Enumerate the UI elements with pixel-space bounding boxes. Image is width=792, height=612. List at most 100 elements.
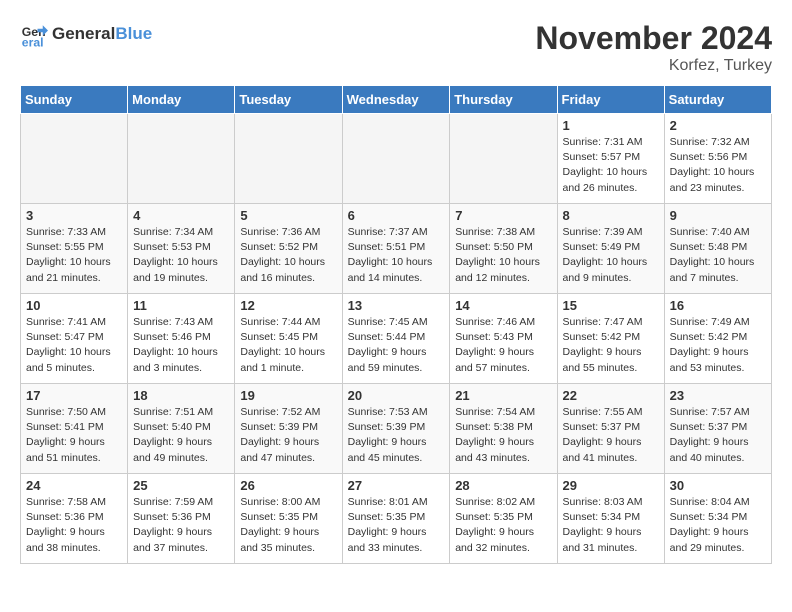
day-info: Sunrise: 7:45 AM Sunset: 5:44 PM Dayligh… bbox=[348, 315, 445, 376]
calendar-cell: 18 Sunrise: 7:51 AM Sunset: 5:40 PM Dayli… bbox=[128, 384, 235, 474]
day-info: Sunrise: 7:39 AM Sunset: 5:49 PM Dayligh… bbox=[563, 225, 659, 286]
day-number: 27 bbox=[348, 478, 445, 493]
calendar-cell: 11 Sunrise: 7:43 AM Sunset: 5:46 PM Dayli… bbox=[128, 294, 235, 384]
title-area: November 2024 Korfez, Turkey bbox=[535, 20, 772, 75]
day-number: 4 bbox=[133, 208, 229, 223]
calendar-cell: 13 Sunrise: 7:45 AM Sunset: 5:44 PM Dayli… bbox=[342, 294, 450, 384]
day-number: 30 bbox=[670, 478, 766, 493]
day-info: Sunrise: 7:58 AM Sunset: 5:36 PM Dayligh… bbox=[26, 495, 122, 556]
calendar-cell: 21Sunrise: 7:54 AM Sunset: 5:38 PM Dayli… bbox=[450, 384, 557, 474]
weekday-header: Sunday bbox=[21, 86, 128, 114]
calendar-cell: 3Sunrise: 7:33 AM Sunset: 5:55 PM Daylig… bbox=[21, 204, 128, 294]
calendar-week-row: 24 Sunrise: 7:58 AM Sunset: 5:36 PM Dayli… bbox=[21, 474, 772, 564]
day-info: Sunrise: 8:03 AM Sunset: 5:34 PM Dayligh… bbox=[563, 495, 659, 556]
calendar-cell: 7Sunrise: 7:38 AM Sunset: 5:50 PM Daylig… bbox=[450, 204, 557, 294]
logo: Gen eral GeneralBlue bbox=[20, 20, 152, 48]
day-info: Sunrise: 7:33 AM Sunset: 5:55 PM Dayligh… bbox=[26, 225, 122, 286]
calendar-cell: 16Sunrise: 7:49 AM Sunset: 5:42 PM Dayli… bbox=[664, 294, 771, 384]
day-number: 5 bbox=[240, 208, 336, 223]
day-info: Sunrise: 7:41 AM Sunset: 5:47 PM Dayligh… bbox=[26, 315, 122, 376]
calendar-week-row: 10 Sunrise: 7:41 AM Sunset: 5:47 PM Dayli… bbox=[21, 294, 772, 384]
calendar-cell bbox=[342, 114, 450, 204]
svg-text:eral: eral bbox=[22, 35, 44, 48]
weekday-header: Monday bbox=[128, 86, 235, 114]
page-header: Gen eral GeneralBlue November 2024 Korfe… bbox=[20, 20, 772, 75]
weekday-header: Tuesday bbox=[235, 86, 342, 114]
calendar-cell: 25Sunrise: 7:59 AM Sunset: 5:36 PM Dayli… bbox=[128, 474, 235, 564]
day-info: Sunrise: 7:32 AM Sunset: 5:56 PM Dayligh… bbox=[670, 135, 766, 196]
weekday-header-row: SundayMondayTuesdayWednesdayThursdayFrid… bbox=[21, 86, 772, 114]
calendar-cell: 12 Sunrise: 7:44 AM Sunset: 5:45 PM Dayli… bbox=[235, 294, 342, 384]
day-number: 24 bbox=[26, 478, 122, 493]
calendar-cell: 4 Sunrise: 7:34 AM Sunset: 5:53 PM Daylig… bbox=[128, 204, 235, 294]
day-info: Sunrise: 7:40 AM Sunset: 5:48 PM Dayligh… bbox=[670, 225, 766, 286]
calendar-cell: 27Sunrise: 8:01 AM Sunset: 5:35 PM Dayli… bbox=[342, 474, 450, 564]
month-title: November 2024 bbox=[535, 20, 772, 57]
day-number: 18 bbox=[133, 388, 229, 403]
day-info: Sunrise: 7:51 AM Sunset: 5:40 PM Dayligh… bbox=[133, 405, 229, 466]
day-number: 12 bbox=[240, 298, 336, 313]
calendar-cell: 29 Sunrise: 8:03 AM Sunset: 5:34 PM Dayli… bbox=[557, 474, 664, 564]
day-info: Sunrise: 7:43 AM Sunset: 5:46 PM Dayligh… bbox=[133, 315, 229, 376]
day-number: 22 bbox=[563, 388, 659, 403]
calendar-week-row: 17 Sunrise: 7:50 AM Sunset: 5:41 PM Dayli… bbox=[21, 384, 772, 474]
calendar-week-row: 3Sunrise: 7:33 AM Sunset: 5:55 PM Daylig… bbox=[21, 204, 772, 294]
weekday-header: Saturday bbox=[664, 86, 771, 114]
day-number: 15 bbox=[563, 298, 659, 313]
day-info: Sunrise: 7:47 AM Sunset: 5:42 PM Dayligh… bbox=[563, 315, 659, 376]
day-info: Sunrise: 8:04 AM Sunset: 5:34 PM Dayligh… bbox=[670, 495, 766, 556]
calendar-cell: 14Sunrise: 7:46 AM Sunset: 5:43 PM Dayli… bbox=[450, 294, 557, 384]
day-number: 29 bbox=[563, 478, 659, 493]
day-number: 10 bbox=[26, 298, 122, 313]
day-info: Sunrise: 8:00 AM Sunset: 5:35 PM Dayligh… bbox=[240, 495, 336, 556]
calendar-cell: 6 Sunrise: 7:37 AM Sunset: 5:51 PM Daylig… bbox=[342, 204, 450, 294]
calendar-cell: 17 Sunrise: 7:50 AM Sunset: 5:41 PM Dayli… bbox=[21, 384, 128, 474]
day-number: 23 bbox=[670, 388, 766, 403]
calendar-cell bbox=[128, 114, 235, 204]
day-number: 17 bbox=[26, 388, 122, 403]
day-info: Sunrise: 7:50 AM Sunset: 5:41 PM Dayligh… bbox=[26, 405, 122, 466]
location-title: Korfez, Turkey bbox=[535, 57, 772, 75]
calendar-cell: 26 Sunrise: 8:00 AM Sunset: 5:35 PM Dayli… bbox=[235, 474, 342, 564]
calendar-cell: 2Sunrise: 7:32 AM Sunset: 5:56 PM Daylig… bbox=[664, 114, 771, 204]
day-number: 9 bbox=[670, 208, 766, 223]
day-info: Sunrise: 7:55 AM Sunset: 5:37 PM Dayligh… bbox=[563, 405, 659, 466]
calendar-week-row: 1 Sunrise: 7:31 AM Sunset: 5:57 PM Daylig… bbox=[21, 114, 772, 204]
day-number: 14 bbox=[455, 298, 551, 313]
day-number: 6 bbox=[348, 208, 445, 223]
day-number: 8 bbox=[563, 208, 659, 223]
day-info: Sunrise: 7:52 AM Sunset: 5:39 PM Dayligh… bbox=[240, 405, 336, 466]
day-info: Sunrise: 7:44 AM Sunset: 5:45 PM Dayligh… bbox=[240, 315, 336, 376]
calendar-cell: 23 Sunrise: 7:57 AM Sunset: 5:37 PM Dayli… bbox=[664, 384, 771, 474]
calendar-cell: 5 Sunrise: 7:36 AM Sunset: 5:52 PM Daylig… bbox=[235, 204, 342, 294]
day-info: Sunrise: 7:34 AM Sunset: 5:53 PM Dayligh… bbox=[133, 225, 229, 286]
day-number: 19 bbox=[240, 388, 336, 403]
calendar-cell: 30 Sunrise: 8:04 AM Sunset: 5:34 PM Dayli… bbox=[664, 474, 771, 564]
calendar-cell: 20 Sunrise: 7:53 AM Sunset: 5:39 PM Dayli… bbox=[342, 384, 450, 474]
logo-general: General bbox=[52, 24, 115, 44]
day-number: 13 bbox=[348, 298, 445, 313]
day-info: Sunrise: 7:36 AM Sunset: 5:52 PM Dayligh… bbox=[240, 225, 336, 286]
day-number: 1 bbox=[563, 118, 659, 133]
day-number: 26 bbox=[240, 478, 336, 493]
day-info: Sunrise: 7:37 AM Sunset: 5:51 PM Dayligh… bbox=[348, 225, 445, 286]
calendar-table: SundayMondayTuesdayWednesdayThursdayFrid… bbox=[20, 85, 772, 564]
day-info: Sunrise: 7:31 AM Sunset: 5:57 PM Dayligh… bbox=[563, 135, 659, 196]
calendar-cell: 8 Sunrise: 7:39 AM Sunset: 5:49 PM Daylig… bbox=[557, 204, 664, 294]
weekday-header: Thursday bbox=[450, 86, 557, 114]
day-info: Sunrise: 7:38 AM Sunset: 5:50 PM Dayligh… bbox=[455, 225, 551, 286]
day-info: Sunrise: 7:57 AM Sunset: 5:37 PM Dayligh… bbox=[670, 405, 766, 466]
day-info: Sunrise: 7:53 AM Sunset: 5:39 PM Dayligh… bbox=[348, 405, 445, 466]
weekday-header: Wednesday bbox=[342, 86, 450, 114]
day-info: Sunrise: 7:54 AM Sunset: 5:38 PM Dayligh… bbox=[455, 405, 551, 466]
day-number: 11 bbox=[133, 298, 229, 313]
day-number: 25 bbox=[133, 478, 229, 493]
day-number: 20 bbox=[348, 388, 445, 403]
calendar-cell: 28Sunrise: 8:02 AM Sunset: 5:35 PM Dayli… bbox=[450, 474, 557, 564]
calendar-cell: 19 Sunrise: 7:52 AM Sunset: 5:39 PM Dayli… bbox=[235, 384, 342, 474]
calendar-cell: 15 Sunrise: 7:47 AM Sunset: 5:42 PM Dayli… bbox=[557, 294, 664, 384]
day-number: 16 bbox=[670, 298, 766, 313]
day-info: Sunrise: 8:02 AM Sunset: 5:35 PM Dayligh… bbox=[455, 495, 551, 556]
weekday-header: Friday bbox=[557, 86, 664, 114]
calendar-cell: 24 Sunrise: 7:58 AM Sunset: 5:36 PM Dayli… bbox=[21, 474, 128, 564]
